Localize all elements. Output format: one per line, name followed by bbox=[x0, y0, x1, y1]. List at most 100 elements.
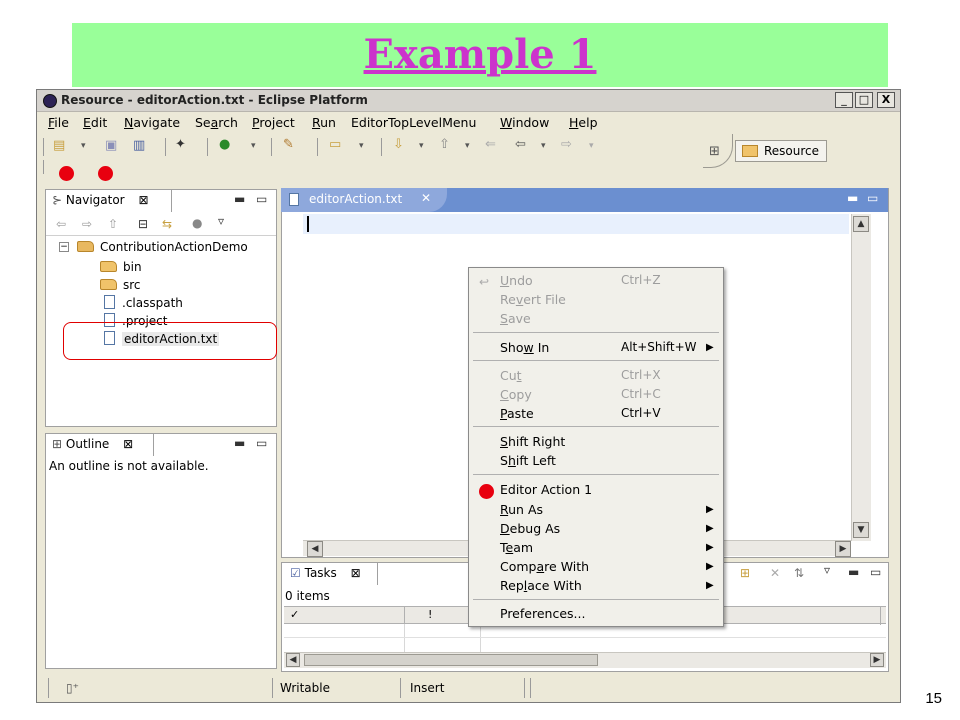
maximize-button[interactable]: □ bbox=[855, 92, 873, 108]
pencil-icon[interactable]: ✎ bbox=[283, 138, 294, 152]
fast-view-icon[interactable]: ▯⁺ bbox=[66, 681, 79, 695]
menu-item-editor-action-1[interactable]: Editor Action 1 bbox=[500, 482, 592, 497]
scroll-right-icon[interactable]: ▶ bbox=[835, 541, 851, 557]
back-arrow-icon[interactable]: ⇦ bbox=[515, 138, 526, 152]
prev-dropdown-icon[interactable]: ▾ bbox=[465, 139, 470, 153]
menu-help[interactable]: Help bbox=[569, 115, 598, 130]
menu-item-preferences[interactable]: Preferences... bbox=[500, 606, 585, 621]
new-file-icon[interactable]: ▤ bbox=[53, 139, 65, 153]
outline-icon: ⊞ bbox=[52, 437, 63, 451]
tree-item-project[interactable]: ContributionActionDemo bbox=[77, 238, 248, 256]
tasks-scroll-right-icon[interactable]: ▶ bbox=[870, 653, 884, 667]
outline-close-icon[interactable]: ⊠ bbox=[123, 437, 133, 451]
next-dropdown-icon[interactable]: ▾ bbox=[419, 139, 424, 153]
menu-item-shift-left[interactable]: Shift Left bbox=[500, 453, 556, 468]
submenu-arrow-icon: ▶ bbox=[706, 342, 714, 353]
tasks-scroll-thumb[interactable] bbox=[304, 654, 598, 666]
menu-run[interactable]: Run bbox=[312, 115, 336, 130]
menu-edit[interactable]: Edit bbox=[83, 115, 107, 130]
menu-item-team[interactable]: Team bbox=[500, 540, 533, 555]
nav-back-icon[interactable]: ⇦ bbox=[56, 217, 66, 231]
minimize-button[interactable]: _ bbox=[835, 92, 853, 108]
menu-item-show-in[interactable]: Show In bbox=[500, 340, 549, 355]
navigator-minimize-icon[interactable]: ▬ bbox=[234, 192, 245, 206]
navigator-close-icon[interactable]: ⊠ bbox=[138, 193, 148, 207]
menu-file[interactable]: File bbox=[48, 115, 69, 130]
menu-window[interactable]: Window bbox=[500, 115, 549, 130]
tree-item-classpath[interactable]: .classpath bbox=[104, 294, 183, 312]
undo-icon: ↩ bbox=[479, 275, 490, 289]
menu-item-shift-right[interactable]: Shift Right bbox=[500, 434, 565, 449]
outline-minimize-icon[interactable]: ▬ bbox=[234, 436, 245, 450]
last-edit-icon[interactable]: ⇐ bbox=[485, 138, 496, 152]
scroll-left-icon[interactable]: ◀ bbox=[307, 541, 323, 557]
navigator-tab[interactable]: ⊱ Navigator ⊠ bbox=[46, 190, 172, 212]
tasks-menu-icon[interactable]: ▿ bbox=[824, 563, 830, 577]
editor-vertical-scrollbar[interactable]: ▲ ▼ bbox=[851, 214, 871, 541]
editor-maximize-icon[interactable]: ▭ bbox=[867, 191, 878, 205]
menu-item-paste[interactable]: Paste bbox=[500, 406, 534, 421]
tasks-col-priority[interactable]: ! bbox=[428, 608, 432, 621]
menu-navigate[interactable]: Navigate bbox=[124, 115, 180, 130]
wand-icon[interactable]: ✦ bbox=[175, 138, 186, 152]
run-debug-icon[interactable]: ● bbox=[219, 138, 230, 152]
submenu-arrow-icon: ▶ bbox=[706, 523, 714, 534]
menu-item-cut[interactable]: Cut bbox=[500, 368, 522, 383]
prev-annotation-icon[interactable]: ⇧ bbox=[439, 138, 450, 152]
print-icon[interactable]: ▥ bbox=[133, 139, 145, 153]
menu-item-undo[interactable]: Undo bbox=[500, 273, 533, 288]
tree-collapse-icon[interactable]: − bbox=[59, 242, 69, 252]
outline-tab[interactable]: ⊞ Outline ⊠ bbox=[46, 434, 154, 456]
back-dropdown-icon[interactable]: ▾ bbox=[541, 139, 546, 153]
open-perspective-icon[interactable]: ⊞ bbox=[709, 144, 720, 159]
editor-action-red-icon[interactable] bbox=[59, 166, 74, 181]
nav-up-icon[interactable]: ⇧ bbox=[108, 217, 118, 231]
filter-tasks-icon[interactable]: ⇅ bbox=[794, 566, 804, 580]
save-icon[interactable]: ▣ bbox=[105, 139, 117, 153]
outline-maximize-icon[interactable]: ▭ bbox=[256, 436, 267, 450]
open-folder-icon[interactable]: ▭ bbox=[329, 138, 341, 152]
delete-task-icon[interactable]: ✕ bbox=[770, 566, 780, 580]
scroll-down-icon[interactable]: ▼ bbox=[853, 522, 869, 538]
menu-item-revert-file[interactable]: Revert File bbox=[500, 292, 566, 307]
run-dropdown-icon[interactable]: ▾ bbox=[251, 139, 256, 153]
add-task-icon[interactable]: ⊞ bbox=[740, 566, 750, 580]
menu-item-compare-with[interactable]: Compare With bbox=[500, 559, 589, 574]
menu-item-copy[interactable]: Copy bbox=[500, 387, 532, 402]
nav-stop-icon[interactable]: ● bbox=[192, 216, 202, 230]
menu-project[interactable]: Project bbox=[252, 115, 295, 130]
nav-menu-icon[interactable]: ▿ bbox=[218, 214, 224, 228]
forward-dropdown-icon[interactable]: ▾ bbox=[589, 139, 594, 153]
tasks-col-check[interactable]: ✓ bbox=[290, 608, 299, 621]
nav-forward-icon[interactable]: ⇨ bbox=[82, 217, 92, 231]
tasks-scroll-left-icon[interactable]: ◀ bbox=[286, 653, 300, 667]
collapse-all-icon[interactable]: ⊟ bbox=[138, 217, 148, 231]
tasks-maximize-icon[interactable]: ▭ bbox=[870, 565, 881, 579]
folder-dropdown-icon[interactable]: ▾ bbox=[359, 139, 364, 153]
menu-item-save[interactable]: Save bbox=[500, 311, 531, 326]
tree-item-src[interactable]: src bbox=[100, 276, 141, 294]
menu-search[interactable]: Search bbox=[195, 115, 238, 130]
menu-item-replace-with[interactable]: Replace With bbox=[500, 578, 582, 593]
tasks-close-icon[interactable]: ⊠ bbox=[351, 566, 361, 580]
top-level-action-red-icon[interactable] bbox=[98, 166, 113, 181]
new-dropdown-icon[interactable]: ▾ bbox=[81, 139, 86, 153]
link-editor-icon[interactable]: ⇆ bbox=[162, 217, 172, 231]
menu-item-debug-as[interactable]: Debug As bbox=[500, 521, 560, 536]
editor-tab[interactable]: editorAction.txt ✕ bbox=[281, 188, 447, 212]
next-annotation-icon[interactable]: ⇩ bbox=[393, 138, 404, 152]
resource-perspective-button[interactable]: Resource bbox=[735, 140, 827, 162]
forward-arrow-icon[interactable]: ⇨ bbox=[561, 138, 572, 152]
editor-minimize-icon[interactable]: ▬ bbox=[847, 191, 858, 205]
tasks-minimize-icon[interactable]: ▬ bbox=[848, 565, 859, 579]
tree-item-bin[interactable]: bin bbox=[100, 258, 142, 276]
editor-tab-close-icon[interactable]: ✕ bbox=[421, 191, 431, 205]
tasks-horizontal-scrollbar[interactable]: ◀ ▶ bbox=[284, 652, 886, 668]
close-button[interactable]: X bbox=[877, 92, 895, 108]
menu-item-run-as[interactable]: Run As bbox=[500, 502, 543, 517]
context-menu: ↩ Undo Ctrl+Z Revert File Save Show In A… bbox=[468, 267, 724, 627]
menu-editor-top-level[interactable]: EditorTopLevelMenu bbox=[351, 115, 476, 130]
scroll-up-icon[interactable]: ▲ bbox=[853, 216, 869, 232]
navigator-maximize-icon[interactable]: ▭ bbox=[256, 192, 267, 206]
tasks-tab[interactable]: ☑ Tasks ⊠ bbox=[282, 563, 378, 585]
